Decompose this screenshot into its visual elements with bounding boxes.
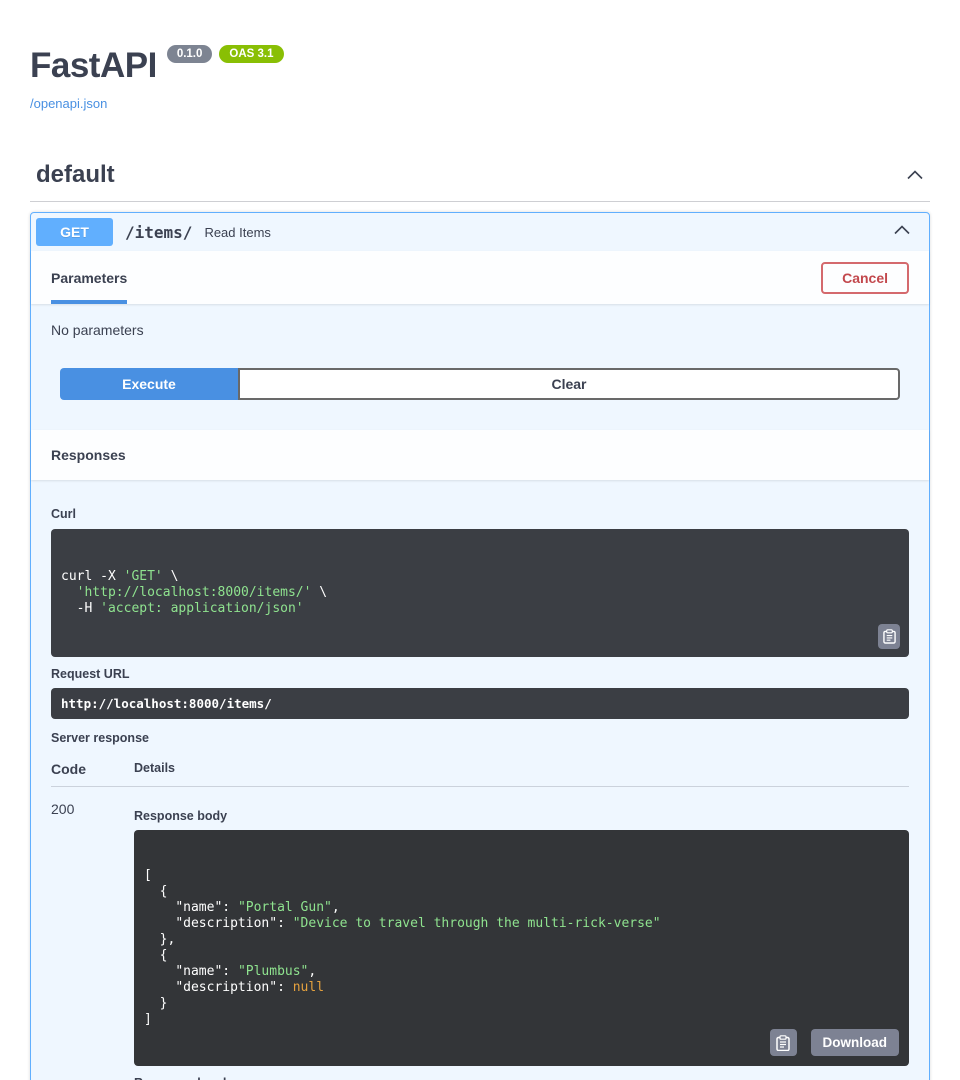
chevron-up-icon[interactable] bbox=[880, 220, 924, 245]
oas-badge: OAS 3.1 bbox=[219, 45, 283, 63]
server-response-table: Code Details 200 Response body [ { "name… bbox=[51, 761, 909, 1080]
parameters-header: Parameters Cancel bbox=[31, 251, 929, 304]
download-button[interactable]: Download bbox=[811, 1029, 900, 1056]
tab-parameters[interactable]: Parameters bbox=[51, 251, 127, 304]
response-body-block: [ { "name": "Portal Gun", "description":… bbox=[134, 830, 909, 1066]
execute-button[interactable]: Execute bbox=[60, 368, 238, 400]
openapi-spec-link[interactable]: /openapi.json bbox=[30, 96, 107, 111]
response-body-actions: Download bbox=[770, 1029, 900, 1056]
execute-controls: Execute Clear bbox=[31, 338, 929, 430]
status-code: 200 bbox=[51, 787, 134, 1080]
operation-summary: Read Items bbox=[204, 225, 270, 240]
response-details-cell: Response body [ { "name": "Portal Gun", … bbox=[134, 787, 909, 1080]
clear-button[interactable]: Clear bbox=[238, 368, 900, 400]
request-url-value: http://localhost:8000/items/ bbox=[51, 688, 909, 719]
api-title: FastAPI bbox=[30, 48, 157, 83]
responses-section-header: Responses bbox=[31, 430, 929, 480]
tag-section-default: default GET /items/ Read Items Parameter… bbox=[30, 161, 930, 1080]
response-body-label: Response body bbox=[134, 809, 909, 823]
clipboard-icon[interactable] bbox=[878, 624, 900, 649]
curl-label: Curl bbox=[51, 507, 909, 521]
http-method-badge: GET bbox=[36, 218, 113, 246]
details-column-header: Details bbox=[134, 761, 909, 787]
opblock-summary[interactable]: GET /items/ Read Items bbox=[31, 213, 929, 251]
server-response-label: Server response bbox=[51, 731, 909, 745]
responses-content: Curl curl -X 'GET' \ 'http://localhost:8… bbox=[31, 480, 929, 1080]
tag-section-header[interactable]: default bbox=[30, 161, 930, 202]
cancel-button[interactable]: Cancel bbox=[821, 262, 909, 294]
tag-title: default bbox=[36, 161, 115, 189]
chevron-up-icon[interactable] bbox=[903, 165, 927, 185]
opblock-get-items: GET /items/ Read Items Parameters Cancel… bbox=[30, 212, 930, 1080]
api-info: FastAPI 0.1.0 OAS 3.1 /openapi.json bbox=[30, 0, 930, 113]
request-url-label: Request URL bbox=[51, 667, 909, 681]
no-parameters-text: No parameters bbox=[31, 304, 929, 338]
code-column-header: Code bbox=[51, 761, 134, 787]
page: FastAPI 0.1.0 OAS 3.1 /openapi.json defa… bbox=[0, 0, 960, 1080]
curl-code-block: curl -X 'GET' \ 'http://localhost:8000/i… bbox=[51, 529, 909, 657]
response-headers-label: Response headers bbox=[134, 1076, 909, 1080]
operation-path: /items/ bbox=[125, 223, 192, 242]
version-badge: 0.1.0 bbox=[167, 45, 213, 63]
clipboard-icon[interactable] bbox=[770, 1029, 797, 1056]
